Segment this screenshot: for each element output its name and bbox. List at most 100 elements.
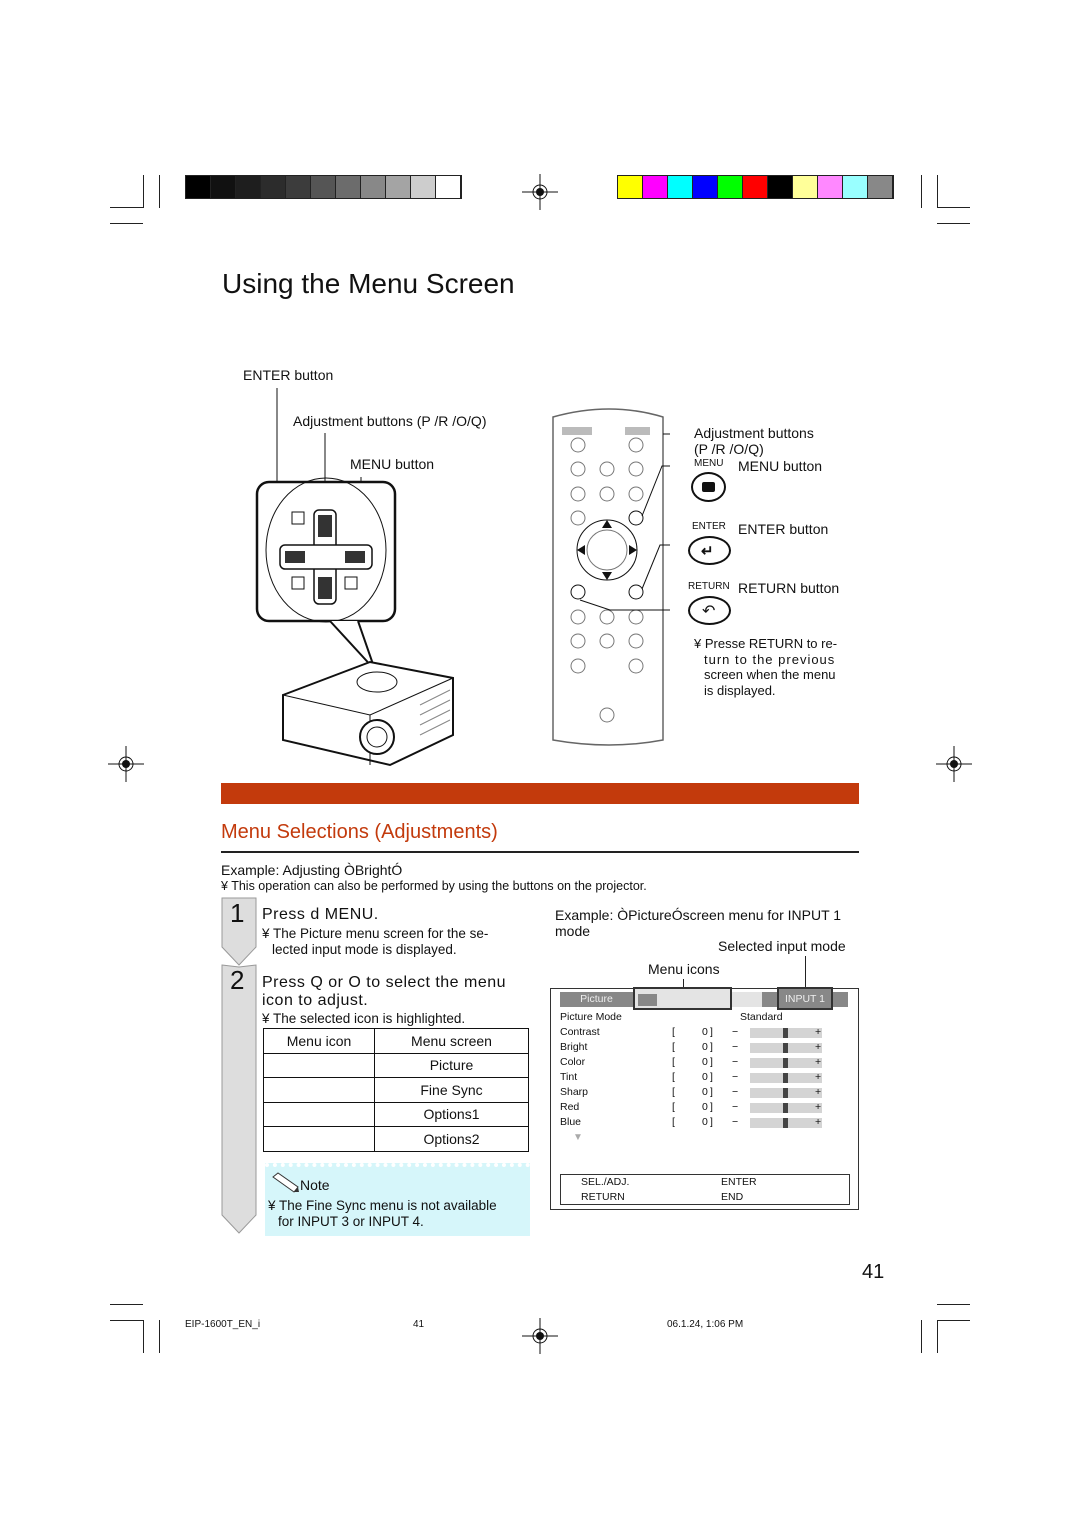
input-mode-box: INPUT 1 <box>777 987 833 1010</box>
calibration-swatch <box>286 176 311 198</box>
table-header: Menu screen <box>374 1028 529 1054</box>
table-cell: Options2 <box>374 1126 529 1152</box>
grayscale-calibration-bar <box>185 175 462 199</box>
guide-action: ENTER <box>721 1176 757 1188</box>
return-note: ¥ Presse RETURN to re- turn to the previ… <box>694 636 838 698</box>
table-header: Menu icon <box>263 1028 375 1054</box>
calibration-swatch <box>211 176 236 198</box>
adjustment-slider[interactable] <box>750 1043 822 1053</box>
menu-button-icon <box>691 472 726 502</box>
adjustment-slider[interactable] <box>750 1073 822 1083</box>
crop-mark <box>921 175 922 208</box>
step-1-detail: ¥ The Picture menu screen for the se-lec… <box>262 926 489 957</box>
menu-icons-box <box>633 987 732 1010</box>
remote-menu-label: MENU button <box>738 458 823 474</box>
crop-mark <box>937 1320 970 1321</box>
adjustment-slider[interactable] <box>750 1058 822 1068</box>
crop-mark <box>143 175 144 208</box>
calibration-swatch <box>361 176 386 198</box>
registration-mark-icon <box>108 746 144 782</box>
crop-mark <box>159 1320 160 1353</box>
table-row: Options1 <box>263 1101 529 1127</box>
calibration-swatch <box>436 176 461 198</box>
remote-return-label: RETURN button <box>738 580 840 596</box>
menu-item-tint[interactable]: Tint[0] − + <box>560 1071 850 1086</box>
table-cell <box>263 1126 375 1152</box>
calibration-swatch <box>843 176 868 198</box>
table-row: Picture <box>263 1052 529 1078</box>
adjustment-slider[interactable] <box>750 1028 822 1038</box>
input-mode-label: INPUT 1 <box>784 993 826 1005</box>
table-cell <box>263 1052 375 1078</box>
menu-item-red[interactable]: Red[0] − + <box>560 1101 850 1116</box>
footer-timestamp: 06.1.24, 1:06 PM <box>667 1319 744 1330</box>
crop-mark <box>937 1304 970 1305</box>
guide-key: RETURN <box>581 1191 625 1203</box>
calibration-swatch <box>718 176 743 198</box>
guide-action: END <box>721 1191 744 1203</box>
picture-menu-icon[interactable] <box>638 994 657 1006</box>
screen-caption: Example: ÒPictureÓscreen menu for INPUT … <box>555 907 842 939</box>
adjustment-slider[interactable] <box>750 1103 822 1113</box>
calibration-swatch <box>261 176 286 198</box>
menu-item-sharp[interactable]: Sharp[0] − + <box>560 1086 850 1101</box>
step-2-title: Press Q or O to select the menu icon to a… <box>262 974 507 1009</box>
step-2-number: 2 <box>230 965 245 995</box>
note-text: ¥ The Fine Sync menu is not available <box>268 1198 497 1213</box>
step-1-number: 1 <box>230 898 245 928</box>
section-title: Menu Selections (Adjustments) <box>221 821 498 843</box>
adjustment-slider[interactable] <box>750 1118 822 1128</box>
crop-mark <box>159 175 160 208</box>
crop-mark <box>143 1320 144 1353</box>
color-calibration-bar <box>617 175 894 199</box>
table-row: Fine Sync <box>263 1077 529 1103</box>
crop-mark <box>937 207 970 208</box>
crop-mark <box>110 223 143 224</box>
menu-item-color[interactable]: Color[0] − + <box>560 1056 850 1071</box>
leader-line <box>805 956 806 987</box>
menu-item-contrast[interactable]: Contrast[0] − + <box>560 1026 850 1041</box>
menu-item-bright[interactable]: Bright[0] − + <box>560 1041 850 1056</box>
selected-input-label: Selected input mode <box>718 938 846 954</box>
menu-item-blue[interactable]: Blue[0] − + <box>560 1116 850 1131</box>
note-text: for INPUT 3 or INPUT 4. <box>278 1214 424 1229</box>
picture-mode-row[interactable]: Picture Mode Standard <box>560 1011 850 1026</box>
return-tag: RETURN <box>688 581 730 592</box>
button-guide: SEL./ADJ. ENTER RETURN END <box>560 1174 850 1205</box>
step-1-title: Press d MENU. <box>262 906 379 923</box>
enter-tag: ENTER <box>692 521 726 532</box>
remote-control-illustration <box>552 408 670 746</box>
remote-enter-label: ENTER button <box>738 521 829 537</box>
step-arrow-bar <box>221 897 257 1234</box>
section-note: ¥ This operation can also be performed b… <box>221 879 647 893</box>
leader-line <box>683 979 684 987</box>
pencil-icon <box>272 1172 299 1193</box>
calibration-swatch <box>793 176 818 198</box>
footer-file: EIP-1600T_EN_i <box>185 1319 261 1330</box>
tab-picture[interactable]: Picture <box>561 993 632 1005</box>
note-box: Note ¥ The Fine Sync menu is not availab… <box>265 1163 530 1236</box>
scroll-down-icon[interactable]: ▼ <box>573 1132 583 1143</box>
calibration-swatch <box>618 176 643 198</box>
menu-icons-label: Menu icons <box>648 961 720 977</box>
table-cell <box>263 1101 375 1127</box>
table-cell: Options1 <box>374 1101 529 1127</box>
table-cell: Fine Sync <box>374 1077 529 1103</box>
calibration-swatch <box>186 176 211 198</box>
calibration-swatch <box>386 176 411 198</box>
crop-mark <box>110 1320 143 1321</box>
enter-button-label: ENTER button <box>243 367 334 383</box>
crop-mark <box>921 1320 922 1353</box>
page-number: 41 <box>862 1261 885 1283</box>
crop-mark <box>937 1320 938 1353</box>
calibration-swatch <box>311 176 336 198</box>
step-2-detail: ¥ The selected icon is highlighted. <box>262 1011 466 1026</box>
adjustment-slider[interactable] <box>750 1088 822 1098</box>
menu-screen: Picture INPUT 1 Picture Mode Standard Con… <box>550 987 859 1210</box>
note-title: Note <box>300 1177 330 1193</box>
footer-page: 41 <box>413 1319 425 1330</box>
menu-table: Menu icon Menu screen Picture Fine Sync O… <box>263 1028 529 1152</box>
return-arrow-icon: ↶ <box>688 596 731 625</box>
calibration-swatch <box>336 176 361 198</box>
enter-arrow-icon: ↵ <box>688 536 731 565</box>
